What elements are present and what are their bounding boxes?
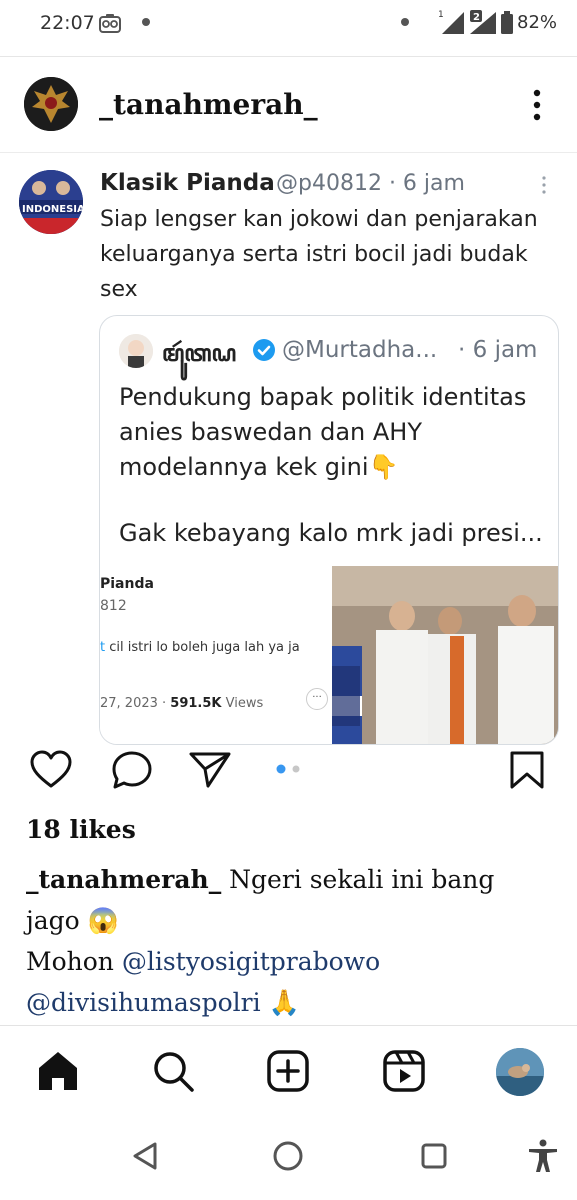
- quote-author-name: ꦩꦸꦂꦠꦝ: [162, 341, 237, 367]
- quote-time: · 6 jam: [458, 337, 538, 363]
- divider: [0, 152, 577, 153]
- tweet-avatar: INDONESIA: [19, 170, 83, 234]
- comment-icon[interactable]: [110, 750, 154, 790]
- like-count[interactable]: 18 likes: [26, 815, 136, 844]
- quote-text: Pendukung bapak politik identitas anies …: [119, 383, 527, 481]
- quote-avatar: [119, 334, 153, 368]
- camera-icon: [99, 14, 121, 33]
- notification-dot: [401, 18, 409, 26]
- caption-username[interactable]: _tanahmerah_: [26, 865, 221, 894]
- home-circle-icon[interactable]: [270, 1138, 306, 1174]
- battery-icon: [501, 11, 513, 34]
- reels-icon[interactable]: [381, 1048, 427, 1094]
- divider: [0, 1025, 577, 1026]
- embedded-name: Pianda: [100, 576, 154, 592]
- embedded-photo: [332, 566, 558, 744]
- tweet-author-name: Klasik Pianda: [100, 170, 275, 196]
- accessibility-icon[interactable]: [525, 1138, 561, 1174]
- like-heart-icon[interactable]: [29, 750, 73, 790]
- carousel-indicator: [276, 764, 300, 774]
- post-username[interactable]: _tanahmerah_: [99, 88, 318, 121]
- add-post-icon[interactable]: [265, 1048, 311, 1094]
- carousel-dot: [292, 765, 300, 773]
- embedded-text: t cil istri lo boleh juga lah ya ja: [100, 640, 300, 655]
- post-caption: _tanahmerah_ Ngeri sekali ini bang jago …: [26, 865, 495, 1017]
- quote-handle: @Murtadha...: [282, 337, 438, 363]
- mention-link[interactable]: @listyosigitprabowo: [122, 947, 380, 976]
- back-icon[interactable]: [127, 1138, 163, 1174]
- carousel-dot-active: [276, 764, 286, 774]
- notification-dot: [142, 18, 150, 26]
- divider: [0, 56, 577, 57]
- signal-icon: 2: [470, 10, 496, 34]
- mention-link[interactable]: @divisihumaspolri: [26, 988, 261, 1017]
- tweet-handle: @p40812 · 6 jam: [276, 171, 465, 196]
- profile-avatar[interactable]: [496, 1048, 544, 1096]
- status-time: 22:07: [40, 12, 95, 34]
- share-send-icon[interactable]: [188, 750, 232, 790]
- quoted-tweet: ꦩꦸꦂꦠꦝ @Murtadha... · 6 jam Pendukung bap…: [99, 315, 559, 745]
- svg-text:2: 2: [473, 12, 480, 23]
- embedded-meta: 27, 2023 · 591.5K Views: [100, 696, 264, 711]
- battery-percent: 82%: [517, 12, 558, 33]
- more-horizontal-icon: ···: [306, 688, 328, 710]
- embedded-screenshot: Pianda 812 t cil istri lo boleh juga lah…: [100, 566, 328, 744]
- verified-icon: [253, 339, 275, 361]
- quote-text-continued: Gak kebayang kalo mrk jadi presi...: [119, 519, 543, 547]
- more-vertical-icon: [542, 176, 546, 194]
- signal-icon: 1: [438, 10, 464, 34]
- embedded-handle: 812: [100, 598, 127, 614]
- recents-icon[interactable]: [416, 1138, 452, 1174]
- svg-text:INDONESIA: INDONESIA: [22, 204, 83, 215]
- svg-text:1: 1: [438, 10, 444, 20]
- status-bar: 22:07 1 2 82%: [0, 0, 577, 48]
- more-vertical-icon[interactable]: [524, 86, 550, 126]
- search-icon[interactable]: [150, 1048, 196, 1094]
- avatar[interactable]: [24, 77, 78, 131]
- bookmark-save-icon[interactable]: [508, 750, 546, 790]
- home-icon[interactable]: [35, 1048, 81, 1094]
- tweet-text: Siap lengser kan jokowi dan penjarakan k…: [100, 207, 538, 302]
